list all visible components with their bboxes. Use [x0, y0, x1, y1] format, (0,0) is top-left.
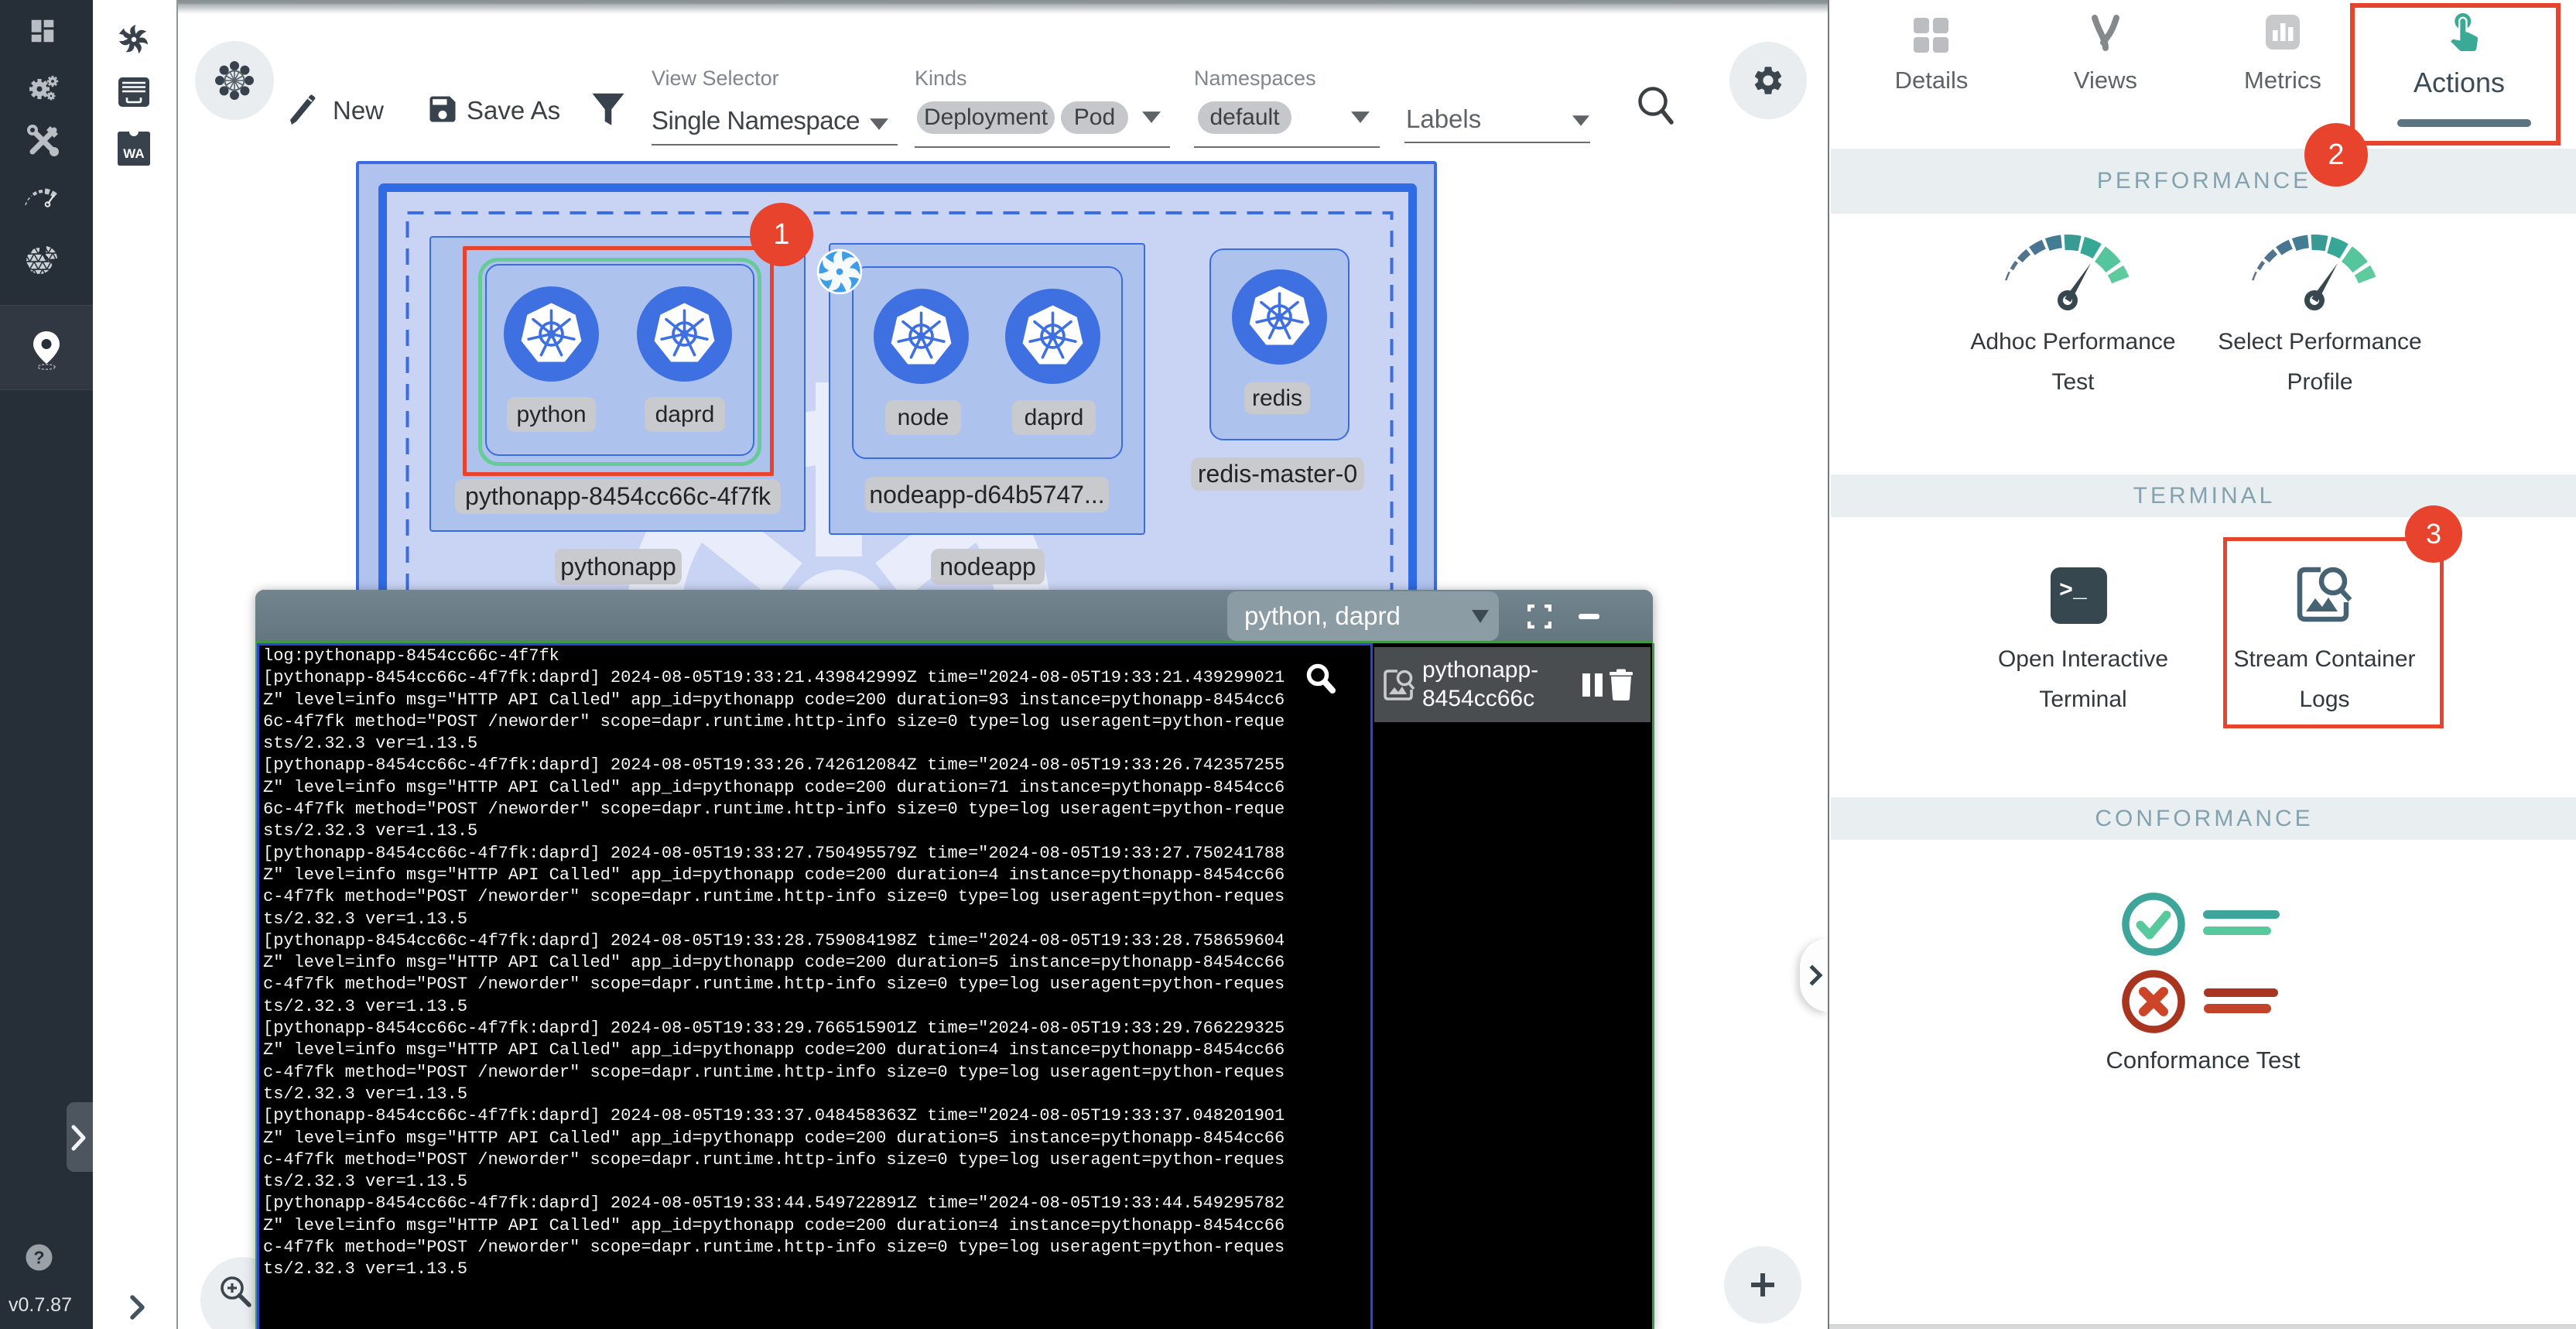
svg-text:?: ? — [33, 1248, 44, 1268]
svg-text:WA: WA — [123, 146, 144, 161]
